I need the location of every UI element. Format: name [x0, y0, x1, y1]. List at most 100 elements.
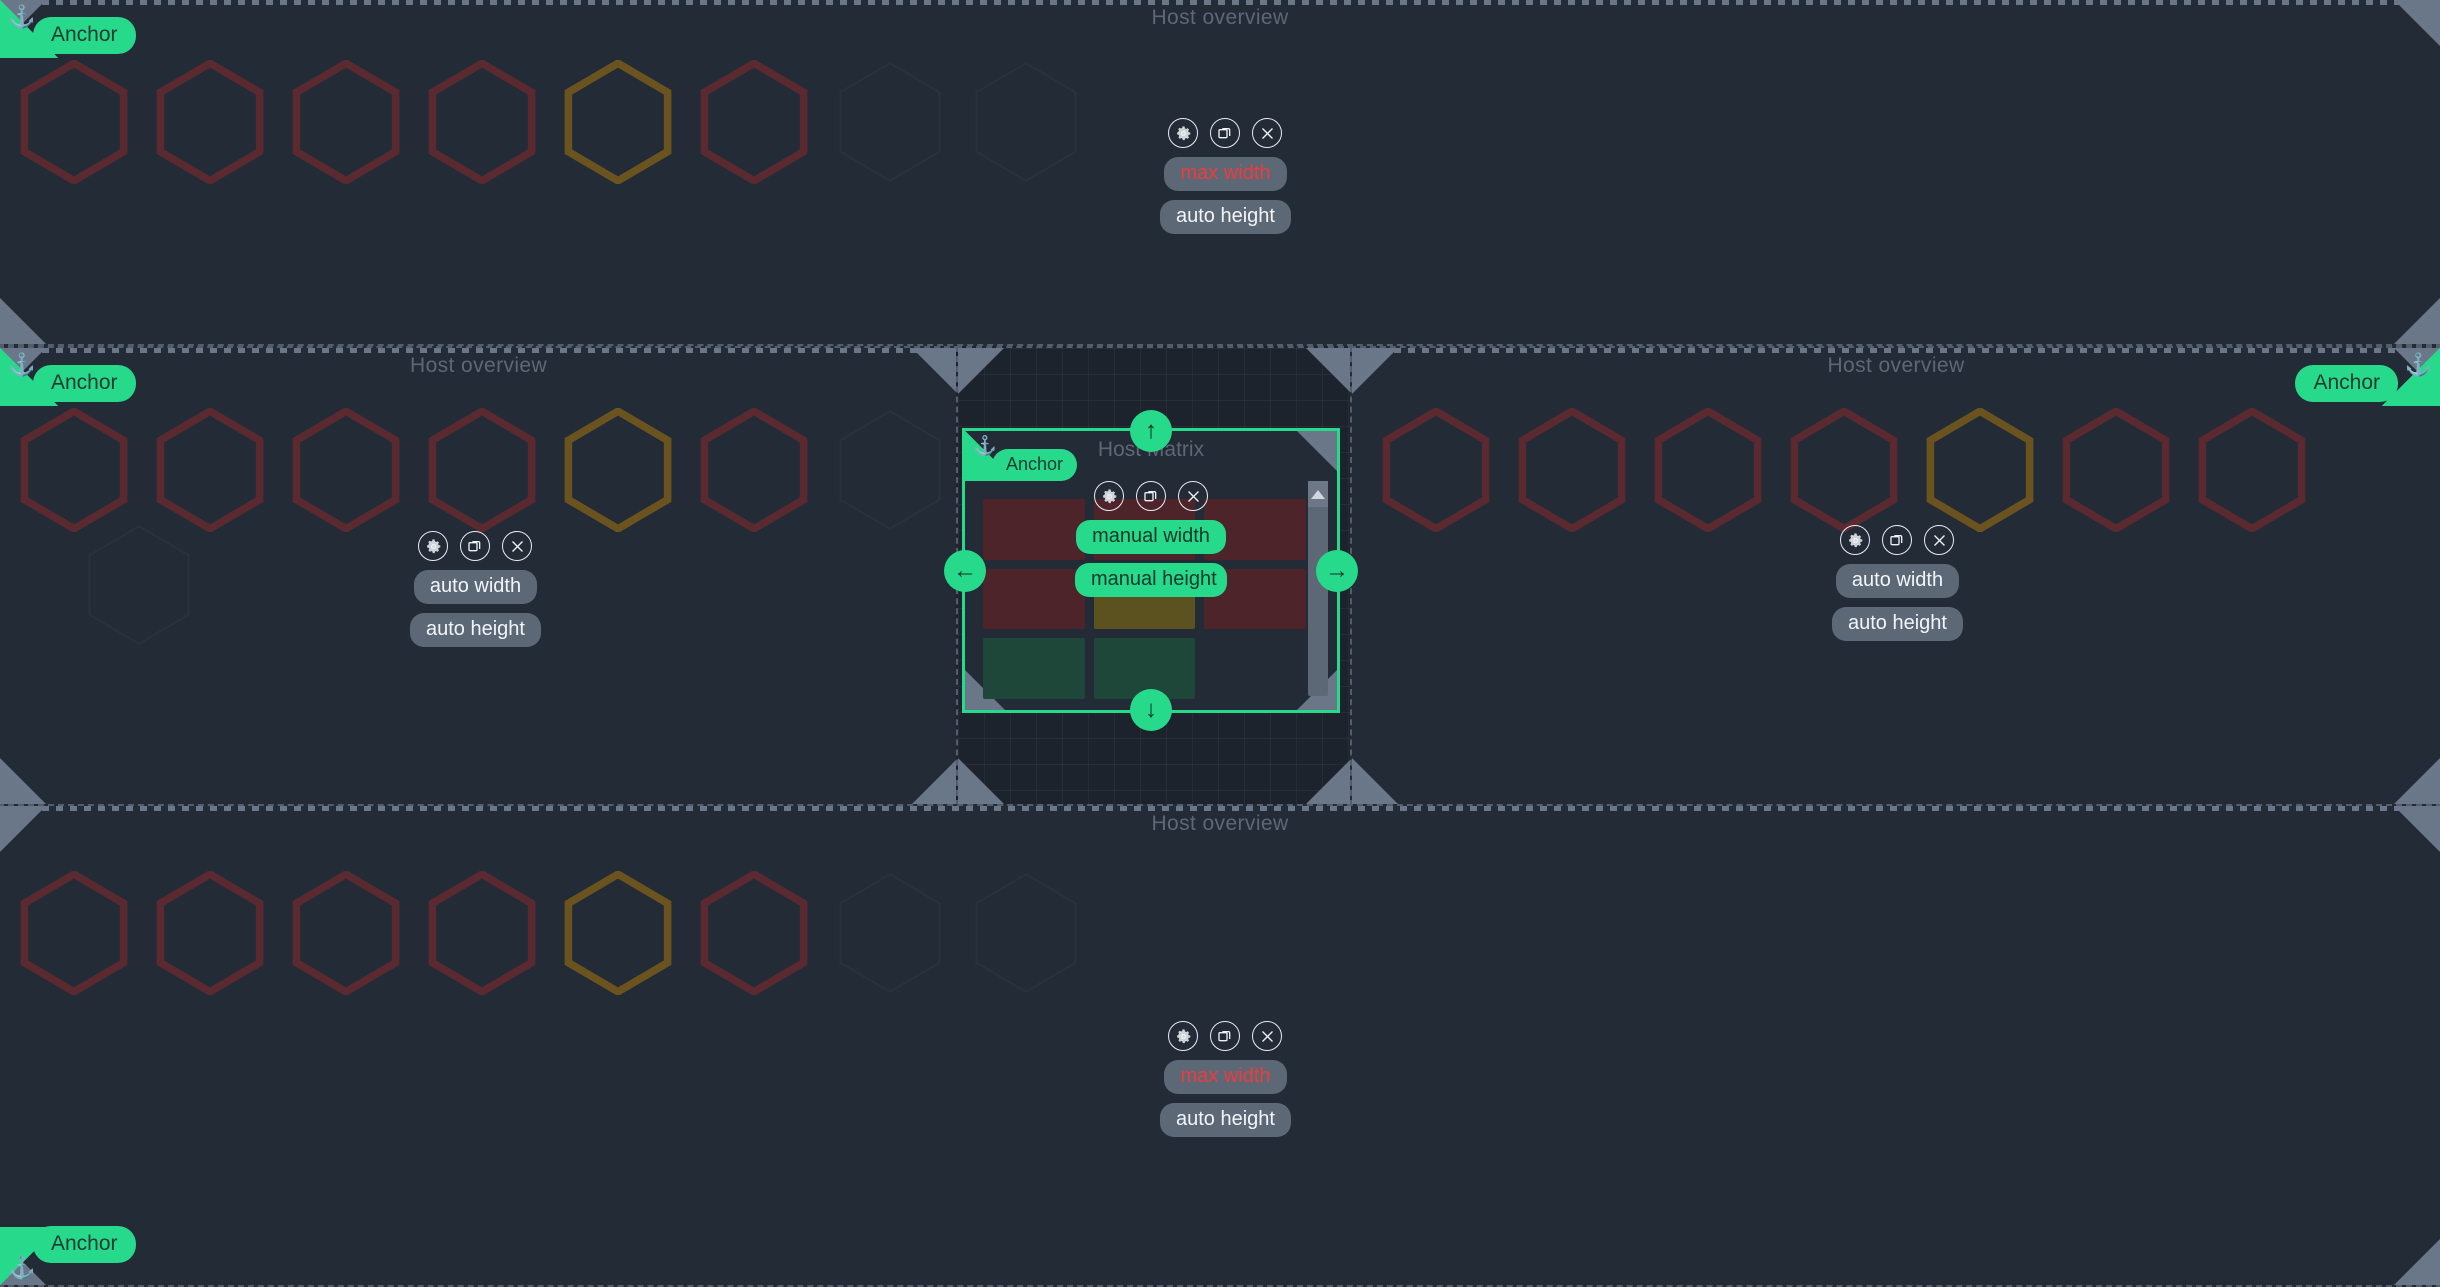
width-mode-pill[interactable]: manual width [1076, 520, 1226, 554]
host-matrix-panel[interactable]: Host Matrix ⚓ Anchor ↑ ↓ ← → manual widt… [944, 410, 1358, 731]
matrix-tile[interactable] [983, 499, 1085, 560]
height-mode-pill[interactable]: manual height [1075, 563, 1227, 597]
height-mode-pill[interactable]: auto height [1160, 1103, 1291, 1137]
duplicate-icon[interactable] [1210, 118, 1241, 148]
gear-icon[interactable] [418, 531, 449, 561]
matrix-tile[interactable] [983, 568, 1085, 630]
hexagon-node[interactable] [836, 60, 944, 184]
hexagon-node[interactable] [1518, 408, 1626, 532]
region-controls[interactable]: max width auto height [1160, 118, 1291, 234]
hexagon-node[interactable] [700, 871, 808, 995]
hexagon-node[interactable] [564, 408, 672, 532]
region-host-overview-top[interactable]: Host overview ⚓ Anchor max width auto he… [0, 0, 2440, 346]
hexagon-node[interactable] [428, 60, 536, 184]
nav-arrow-left[interactable]: ← [944, 549, 986, 592]
control-icon-group[interactable] [418, 531, 533, 561]
hexagon-faint-extra[interactable] [85, 523, 193, 647]
hexagon-node[interactable] [20, 871, 128, 995]
hexagon-node[interactable] [700, 408, 808, 532]
close-icon[interactable] [502, 531, 533, 561]
hexagon-node[interactable] [292, 60, 400, 184]
hexagon-node[interactable] [836, 408, 944, 532]
anchor-pill[interactable]: Anchor [33, 17, 136, 54]
gear-icon[interactable] [1168, 118, 1199, 148]
gear-icon[interactable] [1168, 1021, 1199, 1051]
hexagon-node[interactable] [564, 60, 672, 184]
gear-icon[interactable] [1094, 481, 1124, 511]
width-mode-pill[interactable]: max width [1164, 157, 1287, 191]
hexagon-node[interactable] [972, 871, 1080, 995]
resize-handle-bottom-right[interactable] [2394, 298, 2440, 344]
anchor-pill[interactable]: Anchor [2295, 365, 2398, 402]
resize-handle-bottom-right[interactable] [2394, 1239, 2440, 1285]
control-icon-group[interactable] [1168, 118, 1283, 148]
resize-handle-bottom-left[interactable] [0, 758, 46, 804]
anchor-pill[interactable]: Anchor [33, 365, 136, 402]
duplicate-icon[interactable] [1136, 481, 1166, 511]
resize-handle-bottom-right[interactable] [912, 758, 958, 804]
duplicate-icon[interactable] [1210, 1021, 1241, 1051]
resize-handle-bottom-left[interactable] [1352, 758, 1398, 804]
hexagon-node[interactable] [428, 871, 536, 995]
resize-handle-bottom-left[interactable] [0, 298, 46, 344]
resize-handle-top-right[interactable] [912, 348, 958, 394]
resize-handle-bottom-left[interactable] [958, 758, 1004, 804]
vertical-scrollbar[interactable] [1308, 481, 1328, 696]
resize-handle-top-right[interactable] [1297, 431, 1337, 471]
height-mode-pill[interactable]: auto height [410, 613, 541, 647]
anchor-pill[interactable]: Anchor [33, 1226, 136, 1263]
nav-arrow-up[interactable]: ↑ [1130, 410, 1172, 452]
hexagon-node[interactable] [156, 60, 264, 184]
gear-icon[interactable] [1840, 525, 1871, 555]
scroll-up-button[interactable] [1308, 481, 1328, 507]
hexagon-node[interactable] [20, 408, 128, 532]
nav-arrow-right[interactable]: → [1316, 549, 1358, 592]
region-controls[interactable]: auto width auto height [1832, 525, 1963, 641]
matrix-controls[interactable]: manual width manual height [1075, 481, 1227, 597]
region-host-overview-middle-right[interactable]: Host overview ⚓ Anchor auto width auto h… [1350, 346, 2440, 806]
hexagon-node[interactable] [2198, 408, 2306, 532]
resize-handle-top-right[interactable] [1306, 348, 1352, 394]
hexagon-node[interactable] [1790, 408, 1898, 532]
control-icon-group[interactable] [1840, 525, 1955, 555]
resize-handle-top-left[interactable] [958, 348, 1004, 394]
resize-handle-bottom-right[interactable] [1306, 758, 1352, 804]
matrix-tile[interactable] [1204, 638, 1306, 699]
region-host-overview-middle-left[interactable]: Host overview ⚓ Anchor auto width auto h… [0, 346, 960, 806]
hexagon-node[interactable] [292, 408, 400, 532]
hexagon-node[interactable] [564, 871, 672, 995]
matrix-tile[interactable] [983, 638, 1085, 699]
height-mode-pill[interactable]: auto height [1832, 607, 1963, 641]
control-icon-group[interactable] [1094, 481, 1208, 511]
height-mode-pill[interactable]: auto height [1160, 200, 1291, 234]
hexagon-node[interactable] [1926, 408, 2034, 532]
region-host-overview-bottom[interactable]: Host overview max width auto height ⚓ An… [0, 804, 2440, 1287]
hexagon-node[interactable] [1654, 408, 1762, 532]
duplicate-icon[interactable] [460, 531, 491, 561]
hexagon-node[interactable] [20, 60, 128, 184]
width-mode-pill[interactable]: auto width [1835, 564, 1960, 598]
close-icon[interactable] [1924, 525, 1955, 555]
close-icon[interactable] [1252, 118, 1283, 148]
resize-handle-top-right[interactable] [2394, 0, 2440, 46]
resize-handle-top-left[interactable] [1352, 348, 1398, 394]
region-controls[interactable]: max width auto height [1160, 1021, 1291, 1137]
width-mode-pill[interactable]: auto width [413, 570, 538, 604]
close-icon[interactable] [1252, 1021, 1283, 1051]
resize-handle-bottom-right[interactable] [2394, 758, 2440, 804]
hexagon-node[interactable] [1382, 408, 1490, 532]
width-mode-pill[interactable]: max width [1164, 1060, 1287, 1094]
anchor-pill[interactable]: Anchor [992, 449, 1078, 481]
hexagon-node[interactable] [2062, 408, 2170, 532]
hexagon-node[interactable] [156, 408, 264, 532]
region-controls[interactable]: auto width auto height [410, 531, 541, 647]
hexagon-node[interactable] [972, 60, 1080, 184]
control-icon-group[interactable] [1168, 1021, 1283, 1051]
close-icon[interactable] [1178, 481, 1208, 511]
hexagon-node[interactable] [292, 871, 400, 995]
hexagon-node[interactable] [836, 871, 944, 995]
hexagon-node[interactable] [700, 60, 808, 184]
hexagon-node[interactable] [428, 408, 536, 532]
nav-arrow-down[interactable]: ↓ [1130, 689, 1172, 731]
hexagon-node[interactable] [156, 871, 264, 995]
